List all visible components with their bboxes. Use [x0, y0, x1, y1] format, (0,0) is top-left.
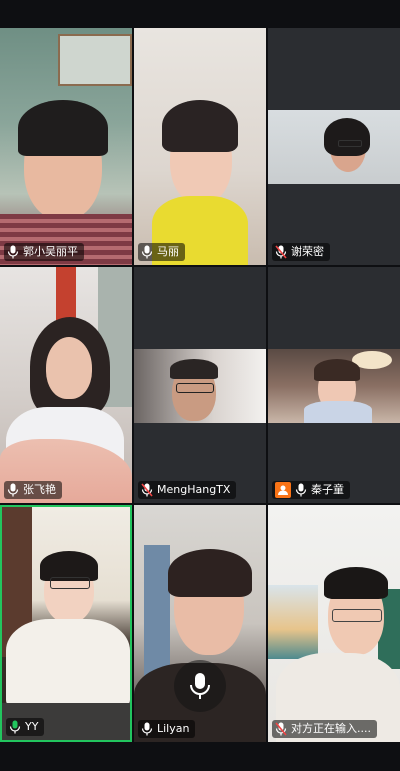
participant-name: 马丽: [157, 245, 179, 258]
microphone-toggle-button[interactable]: [174, 660, 226, 712]
participant-name: 秦子童: [311, 483, 344, 496]
bottom-bar: [0, 742, 400, 771]
participant-name-label: 张飞艳: [4, 481, 62, 499]
participant-name-label: MengHangTX: [138, 481, 237, 499]
microphone-icon: [7, 483, 19, 497]
top-bar: [0, 0, 400, 28]
avatar-icon: [275, 482, 291, 498]
microphone-active-icon: [9, 720, 21, 734]
participant-video: [268, 505, 400, 742]
microphone-icon: [7, 245, 19, 259]
participant-name: 郭小吴丽平: [23, 245, 78, 258]
participant-video: [134, 349, 266, 423]
participant-name: MengHangTX: [157, 483, 231, 496]
participant-tile-4[interactable]: 张飞艳: [0, 267, 132, 503]
microphone-icon: [141, 722, 153, 736]
participant-tile-6[interactable]: 秦子童: [268, 267, 400, 503]
participant-tile-3[interactable]: 谢荣密: [268, 28, 400, 265]
microphone-icon: [295, 483, 307, 497]
participant-name-label: 谢荣密: [272, 243, 330, 261]
participant-video: [268, 349, 400, 423]
participant-name-label: Lilyan: [138, 720, 196, 738]
participant-name: 对方正在输入....: [291, 722, 371, 735]
participant-name: 谢荣密: [291, 245, 324, 258]
participant-tile-7[interactable]: YY: [0, 505, 132, 742]
participant-video: [268, 110, 400, 184]
participant-name-label: 郭小吴丽平: [4, 243, 84, 261]
participant-name-label: 对方正在输入....: [272, 720, 377, 738]
video-grid: 郭小吴丽平 马丽 谢荣密 张飞艳 MengHangTX 秦子童 YY Lilya…: [0, 28, 400, 742]
participant-name: Lilyan: [157, 722, 190, 735]
participant-video: [0, 28, 132, 265]
microphone-muted-icon: [275, 245, 287, 259]
participant-name: 张飞艳: [23, 483, 56, 496]
microphone-muted-icon: [141, 483, 153, 497]
participant-video: [0, 267, 132, 503]
participant-tile-9[interactable]: 对方正在输入....: [268, 505, 400, 742]
participant-video: [134, 28, 266, 265]
participant-tile-2[interactable]: 马丽: [134, 28, 266, 265]
participant-tile-5[interactable]: MengHangTX: [134, 267, 266, 503]
participant-video: [2, 507, 130, 740]
participant-tile-1[interactable]: 郭小吴丽平: [0, 28, 132, 265]
participant-name-label: 马丽: [138, 243, 185, 261]
microphone-icon: [190, 673, 210, 699]
microphone-muted-icon: [275, 722, 287, 736]
microphone-icon: [141, 245, 153, 259]
participant-name: YY: [25, 720, 39, 733]
participant-name-label: 秦子童: [272, 481, 350, 499]
participant-name-label: YY: [6, 718, 45, 736]
